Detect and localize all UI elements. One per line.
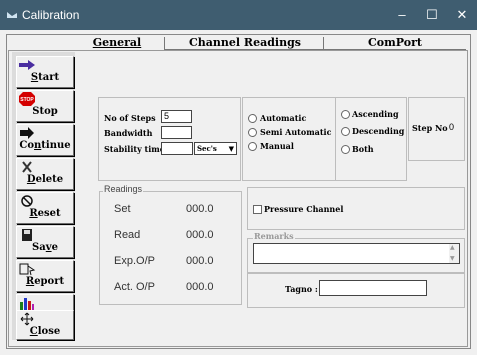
window-title: Calibration: [22, 8, 80, 22]
stability-time-input[interactable]: [161, 142, 193, 155]
radio-semi-automatic[interactable]: [248, 128, 257, 137]
tab-general[interactable]: General: [72, 36, 162, 50]
reset-icon: [21, 195, 33, 207]
save-label-pre: Sa: [32, 242, 46, 253]
bandwidth-input[interactable]: [161, 126, 192, 139]
app-icon: [7, 12, 17, 18]
read-label: Read: [114, 229, 141, 241]
radio-ascending[interactable]: [341, 110, 350, 119]
bandwidth-label: Bandwidth: [104, 128, 153, 138]
radio-automatic[interactable]: [248, 114, 257, 123]
set-value: 000.0: [186, 203, 214, 215]
radio-descending[interactable]: [341, 127, 350, 136]
chevron-down-icon: ▼: [228, 144, 234, 153]
continue-label: tinue: [41, 140, 71, 151]
stability-unit-select[interactable]: Sec's ▼: [194, 142, 237, 155]
no-of-steps-label: No of Steps: [104, 113, 156, 123]
delete-label-accel: D: [26, 174, 36, 185]
tagno-input[interactable]: [319, 280, 427, 296]
stop-sign-icon: STOP: [19, 92, 35, 106]
save-button[interactable]: Save: [16, 226, 74, 258]
both-label: Both: [352, 144, 374, 154]
pressure-channel-label: Pressure Channel: [264, 204, 344, 214]
delete-label: elete: [35, 174, 64, 185]
act-op-value: 000.0: [186, 281, 214, 293]
stop-button[interactable]: STOP Stop: [16, 90, 74, 122]
continue-button[interactable]: Continue: [16, 124, 74, 156]
reset-label-accel: R: [29, 208, 38, 219]
manual-label: Manual: [260, 141, 294, 151]
tab-comport[interactable]: ComPort: [326, 36, 464, 50]
save-label: e: [51, 242, 58, 253]
radio-both[interactable]: [341, 145, 350, 154]
tab-channel-readings[interactable]: Channel Readings: [170, 36, 320, 50]
tagno-label: Tagno :: [285, 284, 318, 294]
reset-label: eset: [37, 208, 61, 219]
descending-label: Descending: [352, 126, 405, 136]
close-label: lose: [37, 326, 61, 337]
reset-button[interactable]: Reset: [16, 192, 74, 224]
close-window-button[interactable]: ✕: [447, 0, 477, 30]
start-label: tart: [38, 72, 60, 83]
close-button[interactable]: Close: [16, 310, 74, 340]
graph-icon: [20, 298, 34, 310]
step-no-value: 0: [449, 122, 455, 132]
act-op-label: Act. O/P: [114, 281, 155, 293]
exp-op-value: 000.0: [186, 255, 214, 267]
close-label-accel: C: [29, 326, 38, 337]
pressure-channel-checkbox[interactable]: [253, 205, 262, 214]
readings-title: Readings: [103, 184, 144, 194]
remarks-input[interactable]: [253, 243, 460, 264]
delete-x-icon: [22, 161, 32, 173]
save-disk-icon: [22, 229, 32, 241]
title-bar: Calibration – ☐ ✕: [0, 0, 477, 30]
stop-label: Stop: [32, 106, 58, 117]
continue-label-pre: Co: [19, 140, 35, 151]
no-of-steps-input[interactable]: 5: [161, 110, 192, 123]
start-arrow-icon: [19, 60, 35, 70]
report-icon: [19, 263, 36, 276]
exp-op-label: Exp.O/P: [114, 255, 155, 267]
scroll-up-icon[interactable]: ▲: [450, 244, 455, 251]
radio-manual[interactable]: [248, 142, 257, 151]
stop-sign-text: STOP: [20, 97, 34, 103]
step-no-label: Step No: [412, 123, 448, 133]
minimize-button[interactable]: –: [387, 0, 417, 30]
automatic-label: Automatic: [260, 113, 307, 123]
continue-arrow-icon: [20, 127, 34, 139]
mode-group: [242, 97, 336, 181]
ascending-label: Ascending: [352, 109, 399, 119]
semi-automatic-label: Semi Automatic: [260, 127, 332, 137]
report-label-accel: R: [25, 276, 35, 287]
stability-time-label: Stability time: [104, 144, 165, 154]
remarks-title: Remarks: [253, 231, 295, 241]
report-label: eport: [34, 276, 65, 287]
scroll-down-icon[interactable]: ▼: [450, 255, 455, 262]
delete-button[interactable]: Delete: [16, 158, 74, 190]
read-value: 000.0: [186, 229, 214, 241]
stability-unit-value: Sec's: [197, 144, 217, 153]
maximize-button[interactable]: ☐: [417, 0, 447, 30]
report-button[interactable]: Report: [16, 260, 74, 292]
close-move-icon: [20, 312, 34, 326]
start-button[interactable]: Start: [16, 56, 74, 88]
remarks-scrollbar[interactable]: ▲ ▼: [449, 244, 459, 263]
set-label: Set: [114, 203, 131, 215]
